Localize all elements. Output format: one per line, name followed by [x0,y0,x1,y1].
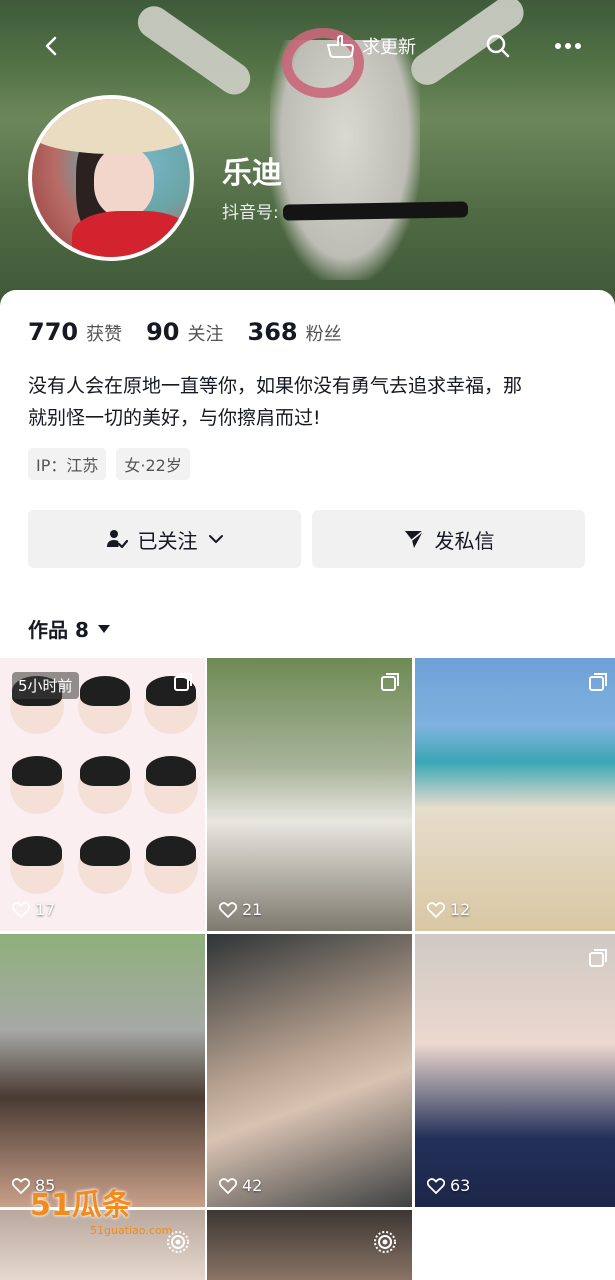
more-button[interactable] [546,24,590,68]
video-thumbnail[interactable]: 42 [207,934,412,1207]
request-update-button[interactable]: 求更新 [326,24,416,68]
multi-image-icon [174,673,192,691]
stat-label: 关注 [187,324,224,345]
watermark-main: 51瓜条 [30,1188,132,1223]
followed-button[interactable]: 已关注 [28,510,301,568]
search-icon [486,34,510,58]
redaction-mark [282,200,468,221]
tag-ip: IP：江苏 [28,448,107,480]
douyin-id: 抖音号: [222,198,468,223]
like-count: 42 [219,1176,262,1195]
video-thumbnail[interactable]: 12 [415,658,615,931]
avatar[interactable] [28,95,194,261]
works-tab[interactable]: 作品 8 [28,614,111,643]
bio-line: 没有人会在原地一直等你，如果你没有勇气去追求幸福，那 [28,375,523,397]
video-thumbnail[interactable]: 85 [0,934,205,1207]
heart-icon [219,1177,237,1194]
douyin-id-label: 抖音号: [222,203,279,223]
stat-label: 粉丝 [305,324,342,345]
heart-icon [427,901,445,918]
like-count-value: 17 [35,900,56,919]
multi-image-icon [589,949,607,967]
stat-label: 获赞 [86,324,123,345]
like-count: 63 [427,1176,470,1195]
chevron-down-icon [208,535,223,543]
multi-image-icon [381,673,399,691]
stat-followers[interactable]: 368 粉丝 [248,318,342,346]
like-count-value: 12 [450,900,471,919]
time-badge: 5小时前 [12,672,79,699]
back-button[interactable] [30,24,74,68]
video-thumbnail[interactable] [207,1210,412,1280]
send-message-label: 发私信 [434,528,495,553]
heart-icon [219,901,237,918]
stat-likes[interactable]: 770 获赞 [28,318,122,346]
profile-header: 求更新 乐迪 抖音号: [0,0,615,310]
stat-following[interactable]: 90 关注 [146,318,223,346]
heart-icon [12,1177,30,1194]
nickname: 乐迪 [222,156,282,191]
user-check-icon [106,530,128,549]
tags-row: IP：江苏 女·22岁 [28,448,190,480]
send-icon [404,530,423,548]
like-count-value: 21 [242,900,263,919]
heart-icon [427,1177,445,1194]
heart-icon [12,901,30,918]
stats-row: 770 获赞 90 关注 368 粉丝 [28,318,342,346]
live-photo-icon [374,1231,396,1253]
like-count-value: 63 [450,1176,471,1195]
search-button[interactable] [476,24,520,68]
watermark: 51瓜条 51guatiao.com [30,1180,172,1237]
followed-label: 已关注 [137,528,198,553]
like-count-value: 42 [242,1176,263,1195]
works-label: 作品 8 [28,618,89,642]
stat-number: 770 [28,318,79,346]
more-dots-icon [555,43,581,49]
tag-gender-age: 女·22岁 [116,448,190,480]
chevron-left-icon [45,36,57,56]
like-count: 17 [12,900,55,919]
stat-number: 90 [146,318,180,346]
like-count: 21 [219,900,262,919]
stat-number: 368 [247,318,298,346]
video-thumbnail[interactable]: 63 [415,934,615,1207]
multi-image-icon [589,673,607,691]
bio-line: 就别怪一切的美好，与你擦肩而过! [28,407,321,429]
bio: 没有人会在原地一直等你，如果你没有勇气去追求幸福，那 就别怪一切的美好，与你擦肩… [28,370,588,434]
watermark-sub: 51guatiao.com [90,1224,173,1237]
hand-point-icon [327,35,354,58]
video-thumbnail[interactable]: 5小时前 17 [0,658,205,931]
video-thumbnail[interactable]: 21 [207,658,412,931]
caret-down-icon [97,624,110,633]
request-update-label: 求更新 [362,37,416,58]
like-count: 12 [427,900,470,919]
send-message-button[interactable]: 发私信 [312,510,585,568]
